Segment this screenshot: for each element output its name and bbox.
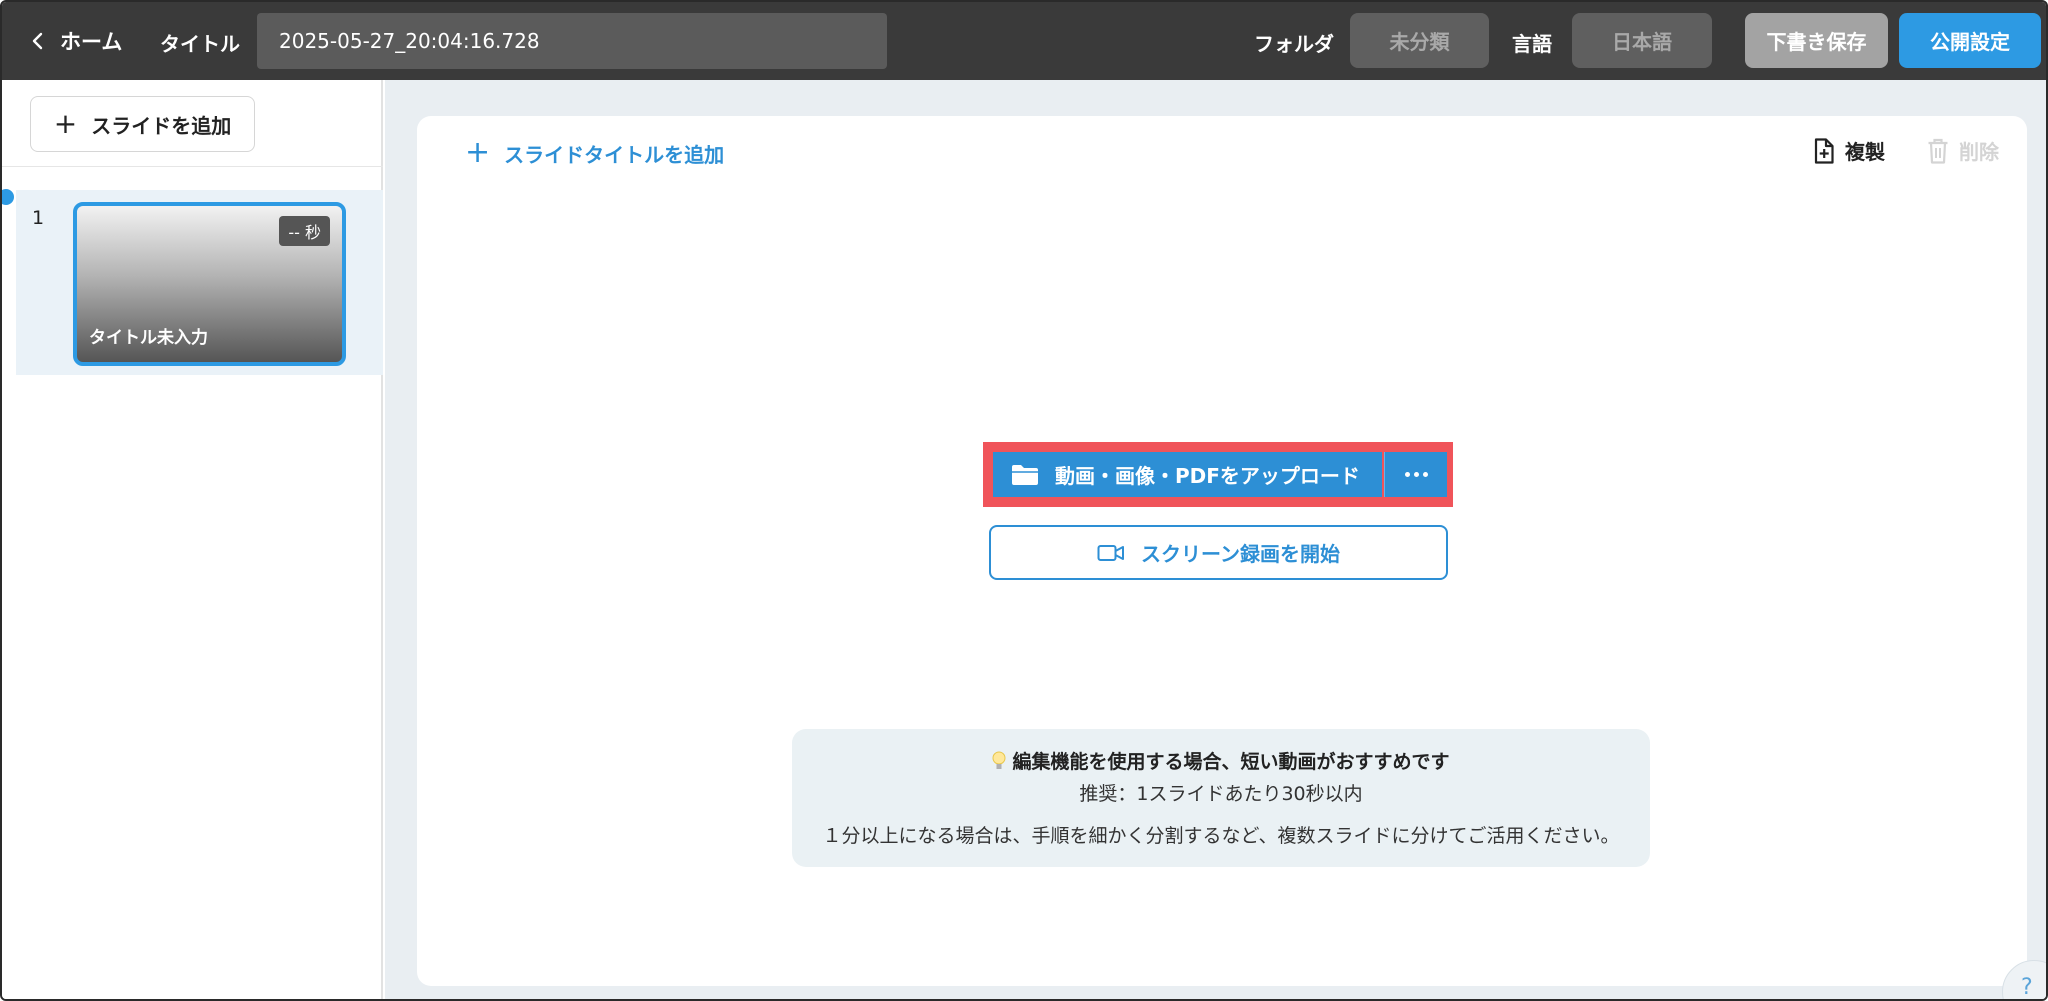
slide-sidebar: + スライドを追加 1 -- 秒 タイトル未入力 bbox=[2, 80, 383, 999]
top-header: ホーム タイトル 2025-05-27_20:04:16.728 フォルダ 未分… bbox=[2, 2, 2046, 80]
slide-thumbnail-title: タイトル未入力 bbox=[89, 328, 208, 348]
chevron-left-icon bbox=[32, 32, 43, 50]
plus-icon: + bbox=[53, 107, 78, 140]
folder-icon bbox=[1012, 464, 1038, 485]
language-select[interactable]: 日本語 bbox=[1572, 13, 1712, 68]
slide-indicator-dot bbox=[2, 189, 14, 205]
tip-title: 編集機能を使用する場合、短い動画がおすすめです bbox=[1012, 751, 1450, 773]
tip-advice: １分以上になる場合は、手順を細かく分割するなど、複数スライドに分けてご活用くださ… bbox=[822, 825, 1620, 847]
upload-media-button[interactable]: 動画・画像・PDFをアップロード bbox=[993, 452, 1382, 497]
add-slide-title-label: スライドタイトルを追加 bbox=[504, 142, 725, 167]
sidebar-divider bbox=[2, 166, 383, 167]
upload-more-options-button[interactable] bbox=[1384, 452, 1447, 497]
slide-thumbnail[interactable]: -- 秒 タイトル未入力 bbox=[73, 202, 346, 366]
folder-label: フォルダ bbox=[1254, 32, 1334, 56]
publish-settings-button[interactable]: 公開設定 bbox=[1899, 13, 2041, 68]
tip-box: 編集機能を使用する場合、短い動画がおすすめです 推奨：1スライドあたり30秒以内… bbox=[792, 729, 1650, 867]
delete-button[interactable]: 削除 bbox=[1927, 136, 1999, 165]
back-home-button[interactable]: ホーム bbox=[30, 24, 122, 58]
title-input[interactable]: 2025-05-27_20:04:16.728 bbox=[257, 13, 887, 69]
title-label: タイトル bbox=[160, 32, 240, 56]
add-slide-label: スライドを追加 bbox=[91, 113, 232, 138]
tip-recommendation: 推奨：1スライドあたり30秒以内 bbox=[1079, 783, 1363, 805]
app-window: ホーム タイトル 2025-05-27_20:04:16.728 フォルダ 未分… bbox=[0, 0, 2048, 1001]
folder-select[interactable]: 未分類 bbox=[1350, 13, 1489, 68]
slide-editor-card: + スライドタイトルを追加 複製 削除 動画・画像・PDFをアップロード スクリ… bbox=[417, 116, 2027, 986]
back-home-label: ホーム bbox=[60, 30, 123, 54]
plus-icon: + bbox=[465, 135, 491, 170]
upload-highlight: 動画・画像・PDFをアップロード bbox=[983, 442, 1453, 507]
upload-media-label: 動画・画像・PDFをアップロード bbox=[1055, 464, 1360, 488]
add-slide-button[interactable]: + スライドを追加 bbox=[30, 96, 255, 152]
save-draft-button[interactable]: 下書き保存 bbox=[1745, 13, 1888, 68]
more-horizontal-icon bbox=[1404, 472, 1428, 477]
screen-record-label: スクリーン録画を開始 bbox=[1141, 542, 1340, 566]
slide-number: 1 bbox=[32, 207, 45, 229]
slide-duration-badge: -- 秒 bbox=[279, 216, 330, 246]
video-camera-icon bbox=[1097, 544, 1124, 561]
tip-title-row: 編集機能を使用する場合、短い動画がおすすめです bbox=[792, 747, 1650, 774]
trash-icon bbox=[1928, 138, 1948, 164]
editor-area: + スライドタイトルを追加 複製 削除 動画・画像・PDFをアップロード スクリ… bbox=[385, 80, 2046, 999]
screen-record-button[interactable]: スクリーン録画を開始 bbox=[989, 525, 1448, 580]
duplicate-label: 複製 bbox=[1845, 140, 1885, 164]
lightbulb-icon bbox=[992, 751, 1006, 769]
delete-label: 削除 bbox=[1959, 140, 1999, 164]
add-slide-title-button[interactable]: + スライドタイトルを追加 bbox=[465, 138, 724, 168]
file-plus-icon bbox=[1814, 137, 1834, 164]
language-label: 言語 bbox=[1512, 32, 1552, 56]
duplicate-button[interactable]: 複製 bbox=[1813, 136, 1885, 165]
